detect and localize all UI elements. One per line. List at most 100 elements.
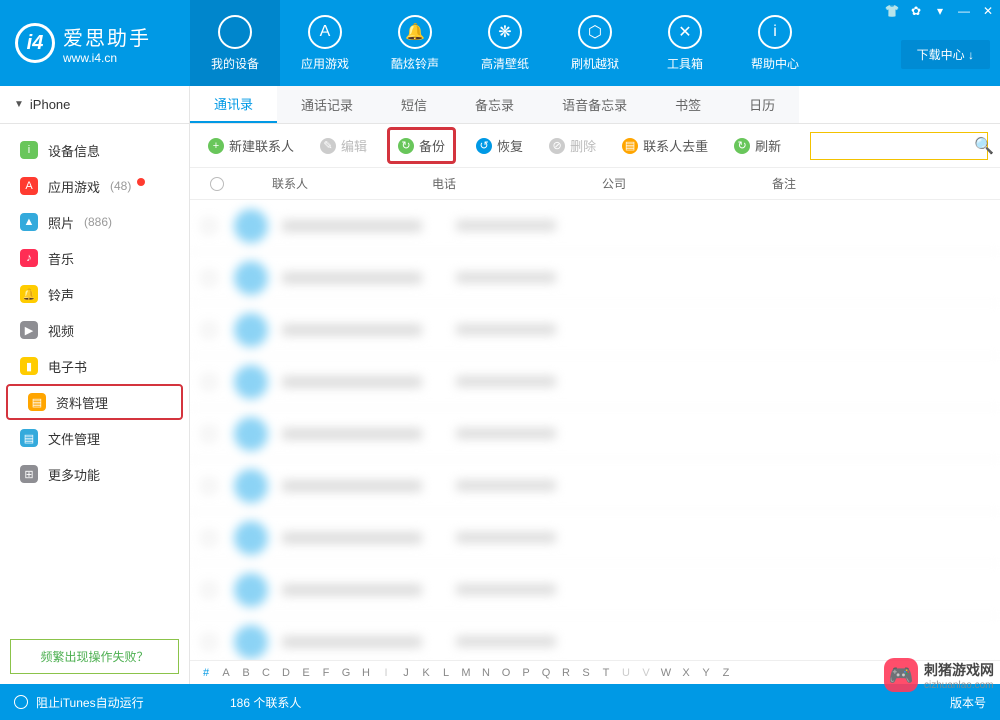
table-row[interactable] [190,512,1000,564]
alpha-Y[interactable]: Y [698,667,714,679]
action-6[interactable]: ↻刷新 [728,132,787,159]
alpha-X[interactable]: X [678,667,694,679]
action-3[interactable]: ↺恢复 [470,132,529,159]
sidebar-item-8[interactable]: ▤文件管理 [0,420,189,456]
footer: 阻止iTunes自动运行 186 个联系人 版本号 [0,684,1000,720]
itunes-toggle[interactable]: 阻止iTunes自动运行 [14,694,144,711]
device-selector[interactable]: ▼ iPhone [0,86,189,124]
sidebar-icon: ▲ [20,213,38,231]
skin-button[interactable]: 👕 [880,0,904,22]
alpha-J[interactable]: J [398,667,414,679]
download-center-button[interactable]: 下载中心 ↓ [901,40,990,69]
tab-0[interactable]: 通讯录 [190,86,277,123]
alpha-K[interactable]: K [418,667,434,679]
alpha-D[interactable]: D [278,667,294,679]
sidebar-label: 电子书 [48,357,87,376]
alpha-S[interactable]: S [578,667,594,679]
row-checkbox[interactable] [202,323,216,337]
alpha-V[interactable]: V [638,667,654,679]
row-checkbox[interactable] [202,271,216,285]
window-buttons: 👕 ✿ ▾ — ✕ [880,0,1000,22]
sidebar-item-1[interactable]: A应用游戏(48) [0,168,189,204]
sidebar-item-2[interactable]: ▲照片(886) [0,204,189,240]
table-row[interactable] [190,304,1000,356]
sidebar-label: 视频 [48,321,74,340]
sidebar-item-7[interactable]: ▤资料管理 [6,384,183,420]
row-checkbox[interactable] [202,583,216,597]
row-checkbox[interactable] [202,635,216,649]
table-row[interactable] [190,252,1000,304]
close-button[interactable]: ✕ [976,0,1000,22]
search-box[interactable]: 🔍 [810,132,988,160]
tab-4[interactable]: 语音备忘录 [538,86,651,123]
settings-button[interactable]: ✿ [904,0,928,22]
alpha-P[interactable]: P [518,667,534,679]
table-row[interactable] [190,616,1000,660]
alpha-E[interactable]: E [298,667,314,679]
alpha-U[interactable]: U [618,667,634,679]
select-all-checkbox[interactable] [210,177,224,191]
table-row[interactable] [190,356,1000,408]
alpha-Q[interactable]: Q [538,667,554,679]
search-input[interactable] [819,139,974,153]
table-header: 联系人 电话 公司 备注 [190,168,1000,200]
alpha-G[interactable]: G [338,667,354,679]
watermark-icon: 🎮 [884,658,918,692]
alpha-O[interactable]: O [498,667,514,679]
tab-6[interactable]: 日历 [725,86,799,123]
alpha-H[interactable]: H [358,667,374,679]
alpha-R[interactable]: R [558,667,574,679]
sidebar-icon: ▮ [20,357,38,375]
row-checkbox[interactable] [202,375,216,389]
alpha-C[interactable]: C [258,667,274,679]
nav-6[interactable]: i帮助中心 [730,0,820,86]
alpha-A[interactable]: A [218,667,234,679]
alpha-#[interactable]: # [198,667,214,679]
table-row[interactable] [190,408,1000,460]
action-label: 刷新 [755,136,781,155]
alpha-F[interactable]: F [318,667,334,679]
sidebar-item-5[interactable]: ▶视频 [0,312,189,348]
sidebar-item-0[interactable]: i设备信息 [0,132,189,168]
table-row[interactable] [190,564,1000,616]
search-icon[interactable]: 🔍 [974,136,994,156]
row-checkbox[interactable] [202,427,216,441]
sidebar-item-9[interactable]: ⊞更多功能 [0,456,189,492]
table-row[interactable] [190,200,1000,252]
alpha-N[interactable]: N [478,667,494,679]
theme-button[interactable]: ▾ [928,0,952,22]
row-checkbox[interactable] [202,531,216,545]
contact-phone [456,532,556,543]
alpha-L[interactable]: L [438,667,454,679]
tab-1[interactable]: 通话记录 [277,86,377,123]
table-row[interactable] [190,460,1000,512]
nav-2[interactable]: 🔔酷炫铃声 [370,0,460,86]
nav-3[interactable]: ❋高清壁纸 [460,0,550,86]
sidebar-item-3[interactable]: ♪音乐 [0,240,189,276]
sidebar-item-6[interactable]: ▮ 电子书 [0,348,189,384]
tab-2[interactable]: 短信 [377,86,451,123]
sidebar-count: (48) [110,179,131,193]
nav-4[interactable]: ⬡刷机越狱 [550,0,640,86]
tab-3[interactable]: 备忘录 [451,86,538,123]
sidebar-item-4[interactable]: 🔔铃声 [0,276,189,312]
nav-5[interactable]: ✕工具箱 [640,0,730,86]
nav-1[interactable]: A应用游戏 [280,0,370,86]
minimize-button[interactable]: — [952,0,976,22]
alpha-T[interactable]: T [598,667,614,679]
alpha-M[interactable]: M [458,667,474,679]
alpha-W[interactable]: W [658,667,674,679]
faq-link[interactable]: 频繁出现操作失败？ [10,639,179,674]
alpha-B[interactable]: B [238,667,254,679]
action-2[interactable]: ↻备份 [387,127,456,164]
sidebar-label: 文件管理 [48,429,100,448]
row-checkbox[interactable] [202,479,216,493]
contact-phone [456,584,556,595]
row-checkbox[interactable] [202,219,216,233]
tab-5[interactable]: 书签 [651,86,725,123]
action-5[interactable]: ▤联系人去重 [616,132,714,159]
action-0[interactable]: +新建联系人 [202,132,300,159]
nav-0[interactable]: 我的设备 [190,0,280,86]
alpha-Z[interactable]: Z [718,667,734,679]
alpha-I[interactable]: I [378,667,394,679]
